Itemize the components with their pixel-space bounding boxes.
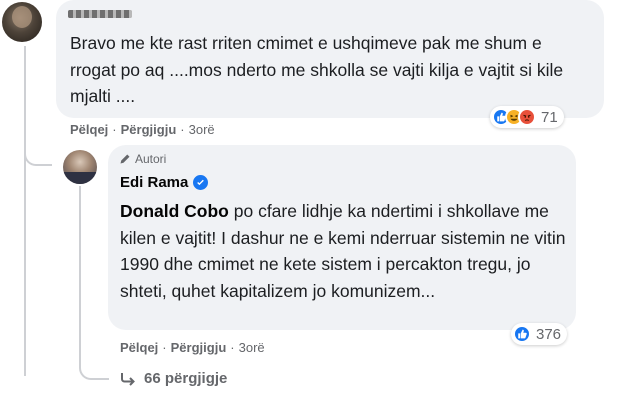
reply-reactions[interactable]: 376 bbox=[511, 323, 568, 345]
thread-line bbox=[24, 46, 26, 376]
reaction-count: 376 bbox=[536, 325, 562, 343]
reply-button[interactable]: Përgjigju bbox=[171, 340, 227, 355]
author-badge: Autori bbox=[119, 152, 166, 166]
replies-connector bbox=[79, 352, 109, 380]
reaction-count: 71 bbox=[541, 108, 558, 126]
commenter-name-redacted[interactable] bbox=[68, 10, 132, 18]
thread-connector bbox=[24, 136, 52, 166]
reply-author: Edi Rama bbox=[120, 174, 209, 191]
commenter-avatar[interactable] bbox=[2, 2, 42, 42]
comment-actions: Pëlqej · Përgjigju · 3orë bbox=[70, 122, 215, 137]
pen-icon bbox=[120, 154, 130, 164]
reply-text: Donald Cobo po cfare lidhje ka ndertimi … bbox=[120, 198, 566, 304]
reply-thread-line bbox=[79, 186, 81, 366]
angry-icon bbox=[518, 108, 536, 126]
separator: · bbox=[230, 340, 235, 355]
reply-arrow-icon bbox=[121, 372, 135, 386]
reply-actions: Pëlqej · Përgjigju · 3orë bbox=[120, 340, 265, 355]
comment-text: Bravo me kte rast rriten cmimet e ushqim… bbox=[70, 33, 564, 106]
view-replies-link[interactable]: 66 përgjigje bbox=[120, 370, 227, 387]
replies-count-label[interactable]: 66 përgjigje bbox=[144, 370, 227, 387]
mention-link[interactable]: Donald Cobo bbox=[120, 201, 229, 221]
author-avatar[interactable] bbox=[63, 150, 97, 184]
separator: · bbox=[112, 122, 117, 137]
verified-badge-icon bbox=[193, 175, 209, 190]
like-button[interactable]: Pëlqej bbox=[70, 122, 108, 137]
separator: · bbox=[162, 340, 167, 355]
comment-reactions[interactable]: 71 bbox=[490, 106, 564, 128]
reply-author-name[interactable]: Edi Rama bbox=[120, 174, 188, 191]
comment-timestamp[interactable]: 3orë bbox=[189, 122, 215, 137]
reply-button[interactable]: Përgjigju bbox=[121, 122, 177, 137]
reply-timestamp[interactable]: 3orë bbox=[239, 340, 265, 355]
separator: · bbox=[180, 122, 185, 137]
author-badge-label: Autori bbox=[135, 152, 167, 166]
like-button[interactable]: Pëlqej bbox=[120, 340, 158, 355]
like-icon bbox=[513, 325, 531, 343]
